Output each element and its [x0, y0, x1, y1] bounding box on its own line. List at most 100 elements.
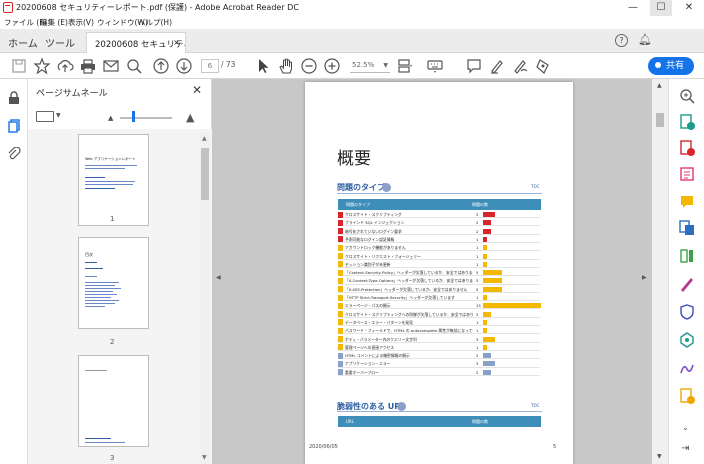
issue-row: 管理ページへの直接アクセス 1: [338, 344, 540, 351]
collapse-right-icon[interactable]: ▶: [642, 274, 647, 281]
edit-pdf-icon[interactable]: [678, 165, 696, 183]
severity-marker: [338, 236, 343, 243]
sign-icon[interactable]: [534, 57, 552, 75]
help-icon[interactable]: ?: [615, 34, 628, 47]
severity-marker: [338, 369, 343, 376]
issue-type-label: アカウントロック機能がありません: [345, 245, 406, 251]
thumbnail-list: Web アプリケーションレポート 1 目次 2 3: [28, 129, 212, 464]
organize-pages-icon[interactable]: [678, 247, 696, 265]
thumbnail-smaller-icon[interactable]: ▲: [108, 114, 113, 122]
protect-shield-icon[interactable]: [678, 303, 696, 321]
doc-scroll-thumb[interactable]: [656, 113, 664, 127]
page-number-input[interactable]: 6: [201, 59, 219, 73]
highlight-pen-icon[interactable]: [488, 57, 506, 75]
tab-document[interactable]: 20200608 セキュリティ... ×: [86, 32, 186, 53]
zoom-in-icon[interactable]: [323, 57, 341, 75]
thumbnail-larger-icon[interactable]: ▲: [186, 111, 194, 124]
issue-type-label: 暗号化されていないログイン要求: [345, 228, 402, 234]
severity-marker: [338, 211, 343, 218]
upload-cloud-icon[interactable]: [56, 57, 74, 75]
issue-row: 重要オーバーフロー 2: [338, 369, 540, 376]
tab-tools[interactable]: ツール: [45, 35, 75, 50]
search-icon[interactable]: [125, 57, 143, 75]
issue-row: データベース・エラー・パターンを発見 1: [338, 319, 540, 327]
menu-edit[interactable]: 編集 (E): [40, 17, 68, 28]
severity-marker: [338, 244, 343, 251]
document-scrollbar[interactable]: ▲ ▼: [652, 79, 668, 464]
email-icon[interactable]: [102, 57, 120, 75]
save-icon[interactable]: [10, 57, 28, 75]
notification-bell-icon[interactable]: 🔔︎: [638, 33, 652, 46]
severity-marker: [338, 319, 343, 326]
more-tools-chevron-icon[interactable]: ⌄: [682, 423, 689, 432]
issue-count-label: 2: [476, 353, 479, 359]
issue-count-label: 3: [476, 336, 479, 342]
thumbnail-panel-title: ページサムネール: [36, 89, 108, 99]
scan-ocr-icon[interactable]: [678, 387, 696, 405]
page-thumbnails-icon[interactable]: [7, 119, 21, 133]
share-button[interactable]: 共有: [648, 57, 694, 75]
chevron-down-icon: ▼: [383, 62, 388, 69]
doc-scroll-up-icon[interactable]: ▲: [657, 82, 662, 89]
footer-page-number: 5: [553, 444, 557, 450]
attachment-paperclip-icon[interactable]: [7, 146, 21, 161]
close-panel-icon[interactable]: ✕: [192, 83, 202, 97]
collapse-left-icon[interactable]: ◀: [216, 274, 221, 281]
zoom-search-icon[interactable]: [678, 87, 696, 105]
optimize-pdf-icon[interactable]: [678, 331, 696, 349]
severity-marker: [338, 261, 343, 268]
scroll-up-icon[interactable]: ▲: [202, 135, 207, 142]
zoom-out-icon[interactable]: [300, 57, 318, 75]
bookmark-star-icon[interactable]: [33, 57, 51, 75]
zoom-level-value: 52.5%: [352, 61, 375, 69]
issue-count-label: 1: [476, 261, 479, 267]
print-icon[interactable]: [79, 57, 97, 75]
collapse-rail-icon[interactable]: ⇥: [681, 443, 689, 454]
issue-type-label: 予測可能なログイン認証情報: [345, 236, 395, 242]
combine-files-icon[interactable]: [678, 219, 696, 237]
zoom-level-select[interactable]: 52.5% ▼: [350, 59, 390, 73]
right-tools-rail: ⌄ ⇥: [668, 79, 704, 464]
severity-marker: [338, 327, 343, 334]
menu-view[interactable]: 表示(V): [68, 17, 94, 28]
options-chevron-icon[interactable]: ▼: [56, 112, 61, 119]
issue-type-label: 「X-XSS-Protection」ヘッダーが欠落しているか、安全ではありません: [345, 286, 468, 292]
doc-scroll-down-icon[interactable]: ▼: [657, 453, 662, 460]
select-cursor-icon[interactable]: [254, 57, 272, 75]
close-window-button[interactable]: ✕: [678, 0, 700, 16]
fill-sign-icon[interactable]: [678, 275, 696, 293]
thumbnail-options-icon[interactable]: [36, 111, 54, 122]
toc-link[interactable]: TOC: [531, 184, 539, 189]
tab-home[interactable]: ホーム: [8, 35, 38, 50]
tab-close-icon[interactable]: ×: [173, 38, 180, 47]
lock-icon[interactable]: [7, 91, 21, 105]
draw-icon[interactable]: [511, 57, 529, 75]
thumbnail-size-slider[interactable]: [120, 117, 172, 119]
comment-icon[interactable]: [465, 57, 483, 75]
menu-help[interactable]: ヘルプ(H): [138, 17, 172, 28]
issue-count-label: 5: [476, 270, 479, 276]
toc-link-2[interactable]: TOC: [531, 403, 539, 408]
create-pdf-icon[interactable]: [678, 113, 696, 131]
issue-type-label: データベース・エラー・パターンを発見: [345, 319, 413, 325]
keyboard-icon[interactable]: [426, 57, 444, 75]
hand-tool-icon[interactable]: [277, 57, 295, 75]
thumbnail-scroll-thumb[interactable]: [201, 148, 209, 200]
thumbnail-page-3[interactable]: [78, 355, 149, 447]
issue-count-bar: [483, 212, 495, 217]
comment-tool-icon[interactable]: [678, 193, 696, 211]
send-signature-icon[interactable]: [678, 359, 696, 377]
next-page-icon[interactable]: [175, 57, 193, 75]
slider-handle[interactable]: [132, 111, 135, 122]
thumbnail-page-1[interactable]: Web アプリケーションレポート: [78, 134, 149, 226]
thumbnail-scrollbar[interactable]: ▲ ▼: [200, 132, 210, 464]
export-pdf-icon[interactable]: [678, 139, 696, 157]
issue-row: 「X-Content-Type-Options」ヘッダーが欠落しているか、安全で…: [338, 277, 540, 285]
previous-page-icon[interactable]: [152, 57, 170, 75]
maximize-button[interactable]: ☐: [650, 0, 672, 16]
thumbnail-page-2[interactable]: 目次: [78, 237, 149, 329]
page-display-icon[interactable]: [396, 57, 414, 75]
scroll-down-icon[interactable]: ▼: [202, 454, 207, 461]
minimize-button[interactable]: —: [622, 0, 644, 16]
severity-marker: [338, 294, 343, 301]
